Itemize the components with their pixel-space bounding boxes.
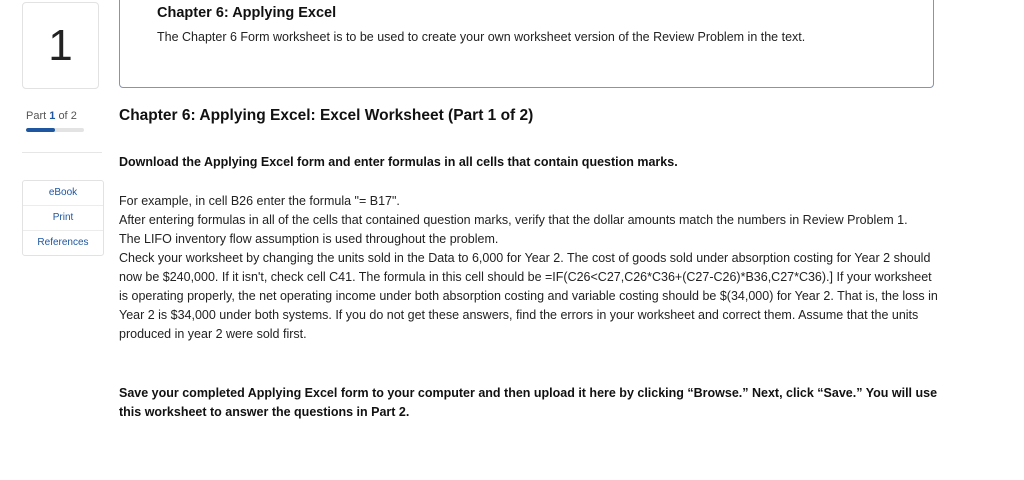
sidebar-divider bbox=[22, 152, 102, 153]
question-number: 1 bbox=[48, 20, 73, 70]
paragraph-example: For example, in cell B26 enter the formu… bbox=[119, 194, 400, 208]
ebook-link[interactable]: eBook bbox=[23, 181, 103, 206]
references-link[interactable]: References bbox=[23, 231, 103, 255]
paragraph-lifo: The LIFO inventory flow assumption is us… bbox=[119, 232, 499, 246]
part-current: 1 bbox=[49, 110, 56, 122]
part-progress-label: Part 1 of 2 bbox=[26, 110, 77, 122]
question-number-card: 1 bbox=[22, 2, 99, 89]
print-link[interactable]: Print bbox=[23, 206, 103, 231]
part-total: 2 bbox=[70, 110, 77, 122]
instructions-body: For example, in cell B26 enter the formu… bbox=[119, 192, 939, 344]
paragraph-verify: After entering formulas in all of the ce… bbox=[119, 213, 908, 227]
part-word: Part bbox=[26, 110, 47, 122]
part-progress-bar bbox=[26, 128, 84, 132]
part-progress-fill bbox=[26, 128, 55, 132]
save-instruction: Save your completed Applying Excel form … bbox=[119, 386, 938, 419]
part-title: Chapter 6: Applying Excel: Excel Workshe… bbox=[119, 107, 534, 124]
intro-text: The Chapter 6 Form worksheet is to be us… bbox=[157, 30, 806, 44]
download-instruction: Download the Applying Excel form and ent… bbox=[119, 155, 678, 169]
intro-title: Chapter 6: Applying Excel bbox=[157, 5, 337, 21]
part-of-word: of bbox=[58, 110, 68, 122]
paragraph-check: Check your worksheet by changing the uni… bbox=[119, 251, 938, 341]
resources-panel: eBook Print References bbox=[22, 180, 104, 256]
question-intro-box: Chapter 6: Applying Excel The Chapter 6 … bbox=[119, 0, 934, 88]
